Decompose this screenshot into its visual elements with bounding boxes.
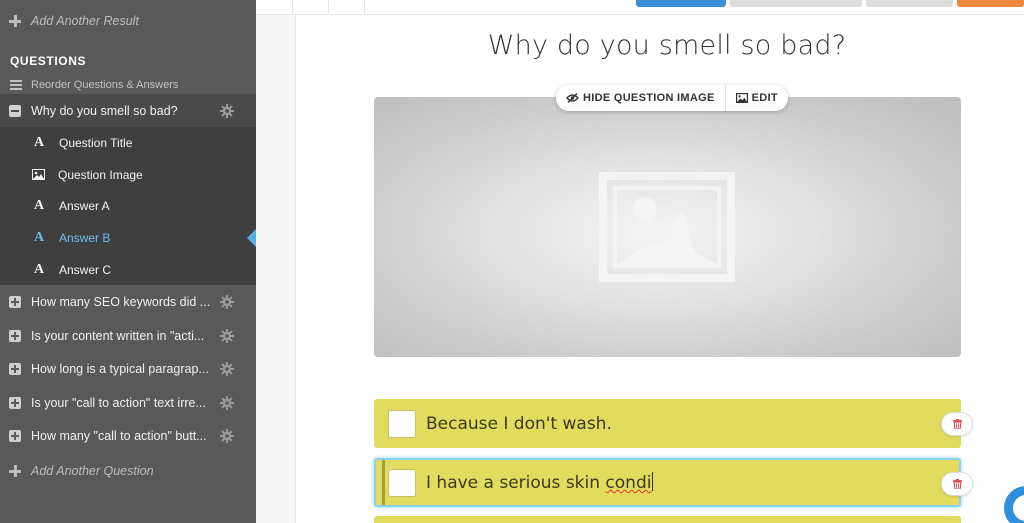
questions-section-title: QUESTIONS bbox=[10, 54, 87, 68]
toolbar-divider bbox=[364, 0, 365, 14]
sub-item-answer-b[interactable]: A Answer B bbox=[0, 222, 256, 253]
edit-image-button[interactable]: EDIT bbox=[726, 85, 788, 111]
text-icon: A bbox=[33, 197, 45, 213]
delete-answer-button[interactable] bbox=[941, 472, 973, 496]
sidebar-question-item[interactable]: How long is a typical paragrap... bbox=[0, 352, 256, 385]
add-result-label: Add Another Result bbox=[31, 14, 139, 28]
sub-item-label: Answer C bbox=[59, 262, 112, 277]
sub-item-label: Answer B bbox=[59, 230, 111, 245]
sidebar-question-item[interactable]: Is your "call to action" text irre... bbox=[0, 386, 256, 419]
question-sub-items: A Question Title Question Image A Answer… bbox=[0, 127, 256, 285]
sub-item-question-image[interactable]: Question Image bbox=[0, 159, 256, 190]
sub-item-answer-c[interactable]: A Answer C bbox=[0, 254, 256, 285]
expand-icon[interactable] bbox=[9, 429, 21, 442]
question-label: How many SEO keywords did ... bbox=[31, 294, 211, 309]
help-chat-button[interactable] bbox=[1004, 486, 1024, 523]
text-icon: A bbox=[33, 261, 45, 277]
image-toolbar: HIDE QUESTION IMAGE EDIT bbox=[556, 85, 788, 111]
gear-icon[interactable] bbox=[220, 103, 234, 118]
question-label: Is your content written in "acti... bbox=[31, 328, 205, 343]
plus-icon bbox=[9, 15, 21, 27]
question-label: How many "call to action" butt... bbox=[31, 428, 207, 443]
toolbar-divider bbox=[328, 0, 329, 14]
orange-button[interactable] bbox=[957, 0, 1024, 7]
sidebar-question-item[interactable]: Is your content written in "acti... bbox=[0, 319, 256, 352]
expand-icon[interactable] bbox=[9, 362, 21, 375]
question-title[interactable]: Why do you smell so bad? bbox=[374, 30, 960, 61]
reorder-icon bbox=[10, 80, 22, 90]
delete-answer-button[interactable] bbox=[941, 412, 973, 436]
sidebar-question-item[interactable]: How many "call to action" butt... bbox=[0, 419, 256, 452]
image-placeholder-icon bbox=[599, 172, 735, 282]
plus-icon bbox=[9, 465, 21, 477]
editor-gutter bbox=[256, 15, 296, 523]
text-icon: A bbox=[33, 134, 45, 150]
image-icon bbox=[735, 93, 748, 103]
edit-label: EDIT bbox=[751, 92, 778, 104]
expand-icon[interactable] bbox=[9, 329, 21, 342]
answer-c[interactable] bbox=[374, 516, 961, 523]
reorder-label: Reorder Questions & Answers bbox=[31, 79, 179, 91]
sidebar-question-item[interactable]: How many SEO keywords did ... bbox=[0, 285, 256, 318]
add-another-question[interactable]: Add Another Question bbox=[0, 462, 256, 480]
gear-icon[interactable] bbox=[220, 361, 234, 376]
sub-item-question-title[interactable]: A Question Title bbox=[0, 127, 256, 158]
top-toolbar bbox=[256, 0, 1024, 15]
trash-icon bbox=[952, 479, 962, 489]
image-icon bbox=[32, 169, 45, 180]
question-label: How long is a typical paragrap... bbox=[31, 361, 209, 376]
collapse-icon[interactable] bbox=[9, 104, 21, 117]
answer-b[interactable]: I have a serious skin condi bbox=[374, 458, 961, 507]
sub-item-label: Answer A bbox=[59, 198, 110, 213]
secondary-button[interactable] bbox=[866, 0, 953, 7]
trash-icon bbox=[952, 419, 962, 429]
reorder-questions-link[interactable]: Reorder Questions & Answers bbox=[0, 76, 256, 94]
toolbar-divider bbox=[292, 0, 293, 14]
misspelled-word: condi bbox=[605, 473, 652, 493]
expand-icon[interactable] bbox=[9, 396, 21, 409]
add-another-result[interactable]: Add Another Result bbox=[0, 12, 256, 30]
secondary-button[interactable] bbox=[730, 0, 862, 7]
hidden-eye-icon bbox=[566, 93, 579, 103]
gear-icon[interactable] bbox=[220, 294, 234, 309]
answer-text[interactable]: Because I don't wash. bbox=[426, 414, 612, 434]
question-label: Why do you smell so bad? bbox=[31, 103, 178, 118]
gear-icon[interactable] bbox=[220, 328, 234, 343]
question-label: Is your "call to action" text irre... bbox=[31, 395, 206, 410]
text-caret bbox=[652, 472, 654, 491]
active-item-pointer bbox=[247, 229, 256, 247]
answer-checkbox[interactable] bbox=[388, 409, 416, 438]
hide-question-image-button[interactable]: HIDE QUESTION IMAGE bbox=[556, 85, 725, 111]
answer-text-input[interactable]: I have a serious skin condi bbox=[426, 472, 654, 493]
answer-text-prefix: I have a serious skin bbox=[426, 473, 606, 493]
answer-a[interactable]: Because I don't wash. bbox=[374, 399, 961, 448]
primary-button[interactable] bbox=[636, 0, 726, 7]
sub-item-label: Question Image bbox=[58, 167, 143, 182]
edit-indicator bbox=[382, 460, 385, 505]
sub-item-label: Question Title bbox=[59, 135, 133, 150]
sidebar: Add Another Result QUESTIONS Reorder Que… bbox=[0, 0, 256, 523]
sidebar-question-active[interactable]: Why do you smell so bad? bbox=[0, 94, 256, 127]
sub-item-answer-a[interactable]: A Answer A bbox=[0, 190, 256, 221]
text-icon: A bbox=[33, 229, 45, 245]
add-question-label: Add Another Question bbox=[31, 464, 154, 478]
expand-icon[interactable] bbox=[9, 295, 21, 308]
question-image[interactable] bbox=[374, 97, 961, 357]
gear-icon[interactable] bbox=[220, 428, 234, 443]
hide-image-label: HIDE QUESTION IMAGE bbox=[583, 92, 715, 104]
gear-icon[interactable] bbox=[220, 395, 234, 410]
answer-checkbox[interactable] bbox=[388, 468, 416, 497]
